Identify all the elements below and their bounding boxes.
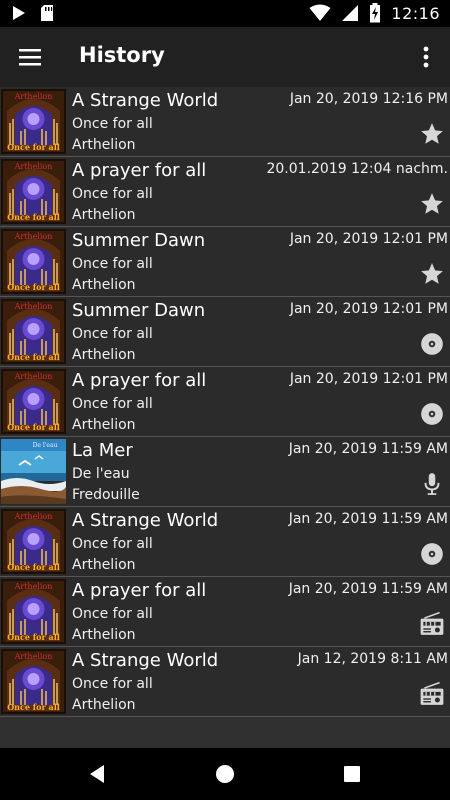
history-row[interactable]: De l'eau La Mer De l'eau Fredouille Jan … (0, 437, 450, 507)
artist-name: Arthelion (72, 347, 136, 363)
song-title: A prayer for all (72, 580, 207, 601)
signal-icon (342, 5, 359, 21)
svg-text:De l'eau: De l'eau (33, 442, 58, 449)
album-name: Once for all (72, 326, 153, 342)
album-name: Once for all (72, 676, 153, 692)
played-timestamp: Jan 20, 2019 12:01 PM (289, 371, 448, 387)
app-bar: History (0, 27, 450, 87)
home-icon[interactable] (213, 762, 237, 786)
song-title: Summer Dawn (72, 300, 206, 321)
svg-text:Arthelion: Arthelion (14, 372, 53, 381)
album-name: Once for all (72, 396, 153, 412)
sd-card-icon (41, 5, 53, 21)
song-title: A Strange World (72, 510, 219, 531)
status-time: 12:16 (391, 3, 440, 23)
disc-icon (419, 331, 445, 357)
recents-icon[interactable] (340, 762, 364, 786)
played-timestamp: Jan 20, 2019 11:59 AM (288, 511, 448, 527)
song-title: A Strange World (72, 650, 219, 671)
back-icon[interactable] (86, 762, 110, 786)
played-timestamp: Jan 20, 2019 11:59 AM (288, 441, 448, 457)
list-empty-area (0, 717, 450, 748)
album-art: Arthelion Once for all (1, 369, 66, 434)
artist-name: Arthelion (72, 557, 136, 573)
svg-text:Once for all: Once for all (7, 702, 60, 712)
radio-icon (419, 681, 445, 707)
history-row[interactable]: Arthelion Once for all A Strange World On… (0, 507, 450, 577)
svg-text:Once for all: Once for all (7, 212, 60, 222)
microphone-icon (419, 471, 445, 497)
played-timestamp: Jan 20, 2019 12:01 PM (289, 301, 448, 317)
played-timestamp: Jan 12, 2019 8:11 AM (297, 651, 448, 667)
svg-text:Once for all: Once for all (7, 422, 60, 432)
played-timestamp: Jan 20, 2019 11:59 AM (288, 581, 448, 597)
history-row[interactable]: Arthelion Once for all A Strange World On… (0, 647, 450, 717)
wifi-icon (309, 4, 331, 21)
svg-text:Arthelion: Arthelion (14, 582, 53, 591)
played-timestamp: 20.01.2019 12:04 nachm. (266, 161, 448, 177)
album-art: Arthelion Once for all (1, 299, 66, 364)
more-vert-icon[interactable] (416, 43, 436, 71)
history-row[interactable]: Arthelion Once for all A prayer for all O… (0, 577, 450, 647)
star-icon (419, 121, 445, 147)
song-title: La Mer (72, 440, 133, 461)
album-name: Once for all (72, 256, 153, 272)
history-list: Arthelion Once for all A Strange World On… (0, 87, 450, 717)
album-art: De l'eau (1, 439, 66, 504)
album-name: Once for all (72, 116, 153, 132)
history-row[interactable]: Arthelion Once for all A prayer for all O… (0, 367, 450, 437)
played-timestamp: Jan 20, 2019 12:01 PM (289, 231, 448, 247)
svg-text:Arthelion: Arthelion (14, 302, 53, 311)
history-row[interactable]: Arthelion Once for all A Strange World On… (0, 87, 450, 157)
artist-name: Arthelion (72, 207, 136, 223)
play-icon (13, 6, 25, 20)
album-name: De l'eau (72, 466, 130, 482)
star-icon (419, 191, 445, 217)
svg-text:Once for all: Once for all (7, 352, 60, 362)
status-bar: 12:16 (0, 0, 450, 27)
album-art: Arthelion Once for all (1, 159, 66, 224)
album-name: Once for all (72, 606, 153, 622)
svg-text:Arthelion: Arthelion (14, 92, 53, 101)
song-title: A Strange World (72, 90, 219, 111)
album-art: Arthelion Once for all (1, 229, 66, 294)
song-title: Summer Dawn (72, 230, 206, 251)
album-art: Arthelion Once for all (1, 649, 66, 714)
svg-text:Once for all: Once for all (7, 632, 60, 642)
album-name: Once for all (72, 186, 153, 202)
album-art: Arthelion Once for all (1, 89, 66, 154)
album-name: Once for all (72, 536, 153, 552)
artist-name: Fredouille (72, 487, 140, 503)
page-title: History (79, 43, 165, 67)
album-art: Arthelion Once for all (1, 509, 66, 574)
history-row[interactable]: Arthelion Once for all Summer Dawn Once f… (0, 297, 450, 367)
svg-text:Arthelion: Arthelion (14, 232, 53, 241)
svg-text:Arthelion: Arthelion (14, 512, 53, 521)
svg-text:Once for all: Once for all (7, 282, 60, 292)
artist-name: Arthelion (72, 137, 136, 153)
history-row[interactable]: Arthelion Once for all Summer Dawn Once f… (0, 227, 450, 297)
history-row[interactable]: Arthelion Once for all A prayer for all O… (0, 157, 450, 227)
radio-icon (419, 611, 445, 637)
album-art: Arthelion Once for all (1, 579, 66, 644)
artist-name: Arthelion (72, 697, 136, 713)
song-title: A prayer for all (72, 160, 207, 181)
svg-text:Once for all: Once for all (7, 562, 60, 572)
hamburger-menu-icon[interactable] (14, 42, 46, 72)
song-title: A prayer for all (72, 370, 207, 391)
disc-icon (419, 401, 445, 427)
svg-text:Once for all: Once for all (7, 142, 60, 152)
svg-text:Arthelion: Arthelion (14, 162, 53, 171)
played-timestamp: Jan 20, 2019 12:16 PM (289, 91, 448, 107)
artist-name: Arthelion (72, 277, 136, 293)
artist-name: Arthelion (72, 627, 136, 643)
navigation-bar (0, 748, 450, 800)
battery-charging-icon (370, 3, 381, 23)
artist-name: Arthelion (72, 417, 136, 433)
star-icon (419, 261, 445, 287)
disc-icon (419, 541, 445, 567)
svg-text:Arthelion: Arthelion (14, 652, 53, 661)
